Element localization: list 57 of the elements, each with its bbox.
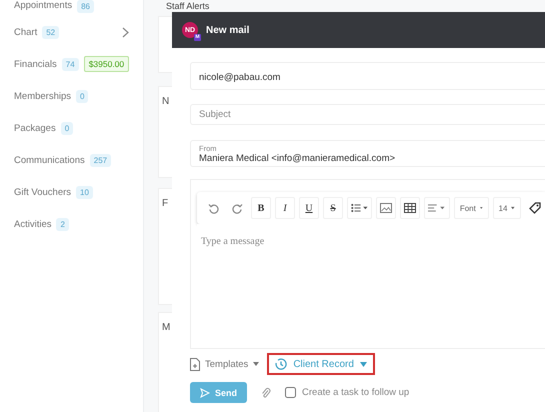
table-icon (404, 203, 416, 213)
menu-item[interactable]: Financials (14, 58, 57, 70)
dialog-title: New mail (206, 24, 250, 36)
section-title: Staff Alerts (166, 1, 210, 11)
menu-item[interactable]: Communications (14, 154, 85, 166)
table-button[interactable] (400, 197, 420, 219)
count-badge: 52 (42, 26, 60, 38)
send-button[interactable]: Send (190, 382, 248, 403)
card-title: M (162, 322, 170, 333)
undo-icon (208, 202, 218, 214)
dropdown-button[interactable]: Font (454, 197, 489, 219)
menu-item[interactable]: Chart (14, 26, 38, 38)
count-badge: 0 (60, 122, 74, 134)
history-icon (275, 358, 288, 370)
list-button[interactable] (347, 197, 372, 219)
follow-up-checkbox[interactable] (285, 387, 296, 398)
field-value: Maniera Medical <info@manieramedical.com> (199, 153, 396, 164)
send-icon (200, 388, 210, 398)
strike-button[interactable]: S (323, 197, 343, 219)
card-title: F (162, 198, 168, 209)
image-button[interactable] (376, 197, 396, 219)
menu-item[interactable]: Gift Vouchers (14, 186, 72, 198)
italic-button[interactable]: I (275, 197, 295, 219)
count-badge: 10 (76, 186, 93, 198)
card-title: N (162, 96, 170, 107)
message-editor[interactable]: B I U S Font 14 Type a message (190, 179, 545, 349)
count-badge: 74 (62, 58, 79, 70)
menu-item[interactable]: Activities (14, 218, 52, 230)
menu-item[interactable]: Packages (14, 122, 56, 134)
redo-icon (232, 202, 242, 214)
to-field[interactable]: nicole@pabau.com (190, 62, 545, 90)
count-badge: 86 (77, 0, 94, 13)
caret-icon (511, 206, 515, 210)
menu-item[interactable]: Memberships (14, 90, 72, 102)
caret-icon (480, 206, 483, 210)
caret-icon (360, 362, 367, 366)
list-icon (351, 203, 368, 213)
checkbox-label: Create a task to follow up (302, 387, 410, 398)
chevron-right-icon[interactable] (122, 26, 129, 38)
count-badge: 2 (56, 218, 69, 230)
image-icon (380, 203, 392, 213)
count-badge: 257 (90, 154, 112, 166)
amount-badge: $3950.00 (84, 56, 130, 72)
subject-field[interactable]: Subject (190, 104, 545, 125)
underline-button[interactable]: U (299, 197, 319, 219)
dropdown-button[interactable]: 14 (492, 197, 521, 219)
menu-item[interactable]: Appointments (14, 0, 72, 11)
align-button[interactable] (424, 197, 450, 219)
tag-icon (528, 202, 541, 214)
document-icon (190, 358, 200, 370)
templates-button[interactable]: Templates (190, 358, 260, 370)
align-left-icon (428, 203, 446, 213)
client-record-button[interactable]: Client Record (267, 353, 375, 375)
caret-icon (253, 362, 260, 366)
paperclip-icon[interactable] (261, 386, 272, 398)
count-badge: 0 (76, 90, 88, 102)
bold-button[interactable]: B (251, 197, 271, 219)
